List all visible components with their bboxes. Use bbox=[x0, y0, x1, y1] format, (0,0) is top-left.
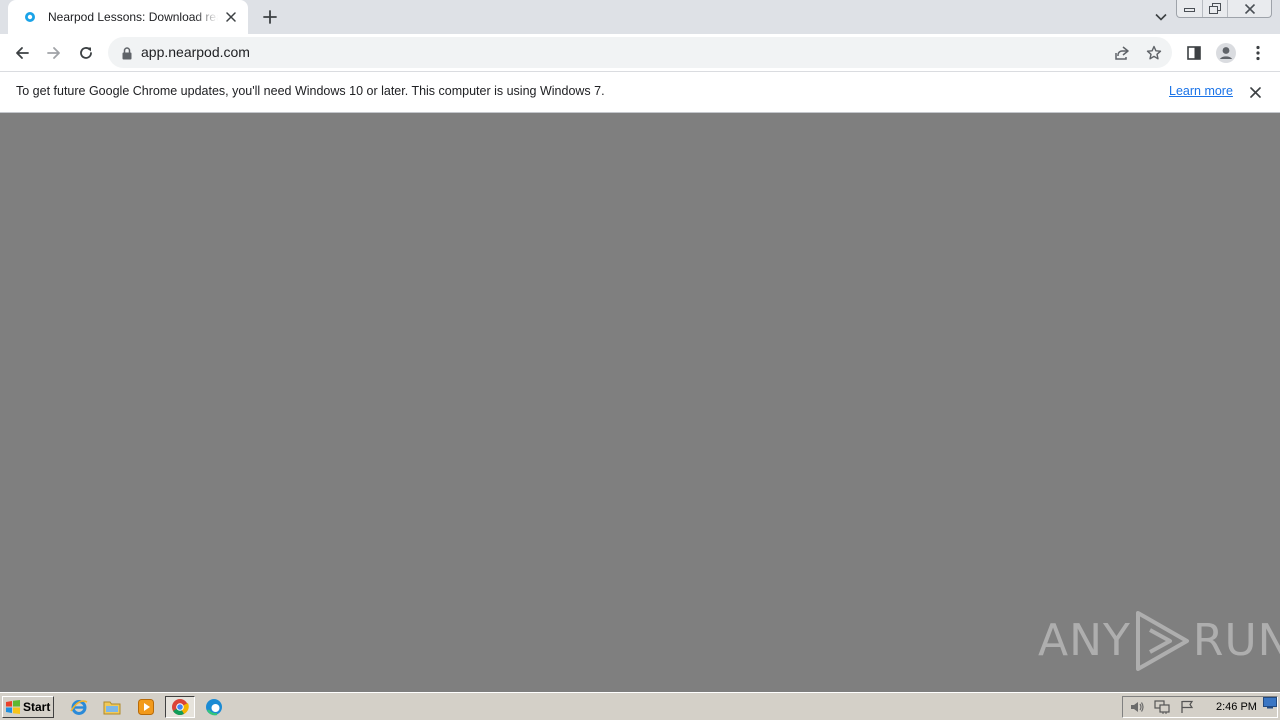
start-button[interactable]: Start bbox=[2, 696, 54, 718]
nearpod-favicon-icon bbox=[22, 9, 38, 25]
file-explorer-icon[interactable] bbox=[99, 696, 125, 718]
close-window-icon[interactable] bbox=[1227, 0, 1271, 17]
show-desktop-icon[interactable] bbox=[1262, 695, 1278, 711]
windows-logo-icon bbox=[6, 700, 20, 714]
start-label: Start bbox=[23, 700, 51, 714]
new-tab-plus-icon[interactable] bbox=[258, 5, 282, 29]
browser-toolbar: app.nearpod.com bbox=[0, 34, 1280, 71]
tab-search-chevron-down-icon[interactable] bbox=[1150, 6, 1172, 28]
share-icon[interactable] bbox=[1111, 42, 1133, 64]
watermark-right-text: RUN bbox=[1192, 615, 1280, 666]
chrome-taskbar-icon[interactable] bbox=[165, 696, 195, 718]
more-menu-icon[interactable] bbox=[1244, 39, 1272, 67]
network-icon[interactable] bbox=[1151, 697, 1173, 717]
address-bar[interactable]: app.nearpod.com bbox=[108, 37, 1172, 68]
anyrun-watermark: ANY RUN bbox=[1038, 609, 1280, 673]
lock-icon[interactable] bbox=[120, 45, 134, 61]
edge-icon[interactable] bbox=[201, 696, 227, 718]
reload-icon[interactable] bbox=[72, 39, 100, 67]
tab-title: Nearpod Lessons: Download ready-to-teach… bbox=[48, 10, 218, 24]
learn-more-link[interactable]: Learn more bbox=[1169, 84, 1233, 98]
bookmark-star-icon[interactable] bbox=[1143, 42, 1165, 64]
profile-avatar-icon[interactable] bbox=[1212, 39, 1240, 67]
page-content: ANY RUN bbox=[0, 113, 1280, 692]
restore-icon[interactable] bbox=[1202, 0, 1227, 17]
system-tray: 2:46 PM bbox=[1122, 696, 1278, 718]
url-text[interactable]: app.nearpod.com bbox=[141, 44, 250, 60]
action-center-flag-icon[interactable] bbox=[1176, 697, 1198, 717]
volume-icon[interactable] bbox=[1126, 697, 1148, 717]
minimize-icon[interactable] bbox=[1177, 0, 1202, 17]
watermark-left-text: ANY bbox=[1038, 615, 1131, 666]
browser-tab[interactable]: Nearpod Lessons: Download ready-to-teach… bbox=[8, 0, 248, 34]
windows-taskbar: Start 2:46 PM bbox=[0, 692, 1280, 720]
infobar-message: To get future Google Chrome updates, you… bbox=[16, 84, 605, 98]
media-player-icon[interactable] bbox=[133, 696, 159, 718]
update-infobar: To get future Google Chrome updates, you… bbox=[0, 71, 1280, 113]
side-panel-icon[interactable] bbox=[1180, 39, 1208, 67]
tab-close-icon[interactable] bbox=[222, 8, 240, 26]
infobar-close-icon[interactable] bbox=[1246, 83, 1264, 101]
internet-explorer-icon[interactable] bbox=[66, 696, 92, 718]
back-arrow-icon[interactable] bbox=[8, 39, 36, 67]
tab-strip: Nearpod Lessons: Download ready-to-teach… bbox=[0, 0, 1280, 34]
taskbar-clock[interactable]: 2:46 PM bbox=[1216, 701, 1257, 713]
forward-arrow-icon[interactable] bbox=[40, 39, 68, 67]
window-controls bbox=[1176, 0, 1272, 18]
play-triangle-icon bbox=[1133, 609, 1191, 673]
